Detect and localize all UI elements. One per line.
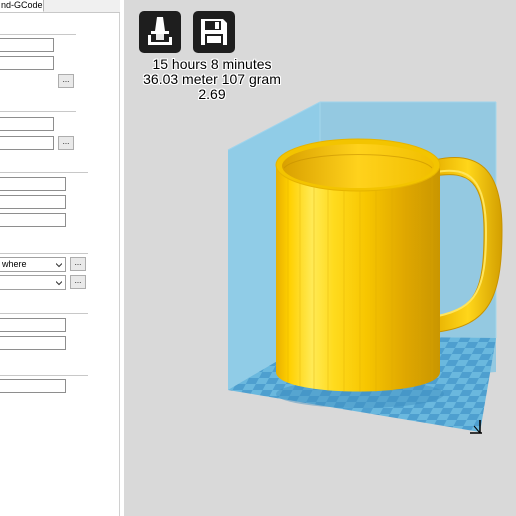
print-cost-label: 2.69	[198, 86, 226, 102]
save-gcode-button[interactable]	[193, 11, 235, 53]
floppy-disk-icon	[201, 19, 227, 45]
print-time-label: 15 hours 8 minutes	[152, 56, 272, 72]
printer-load-icon	[148, 17, 172, 45]
load-model-button[interactable]	[139, 11, 181, 53]
filament-usage-label: 36.03 meter 107 gram	[143, 71, 281, 87]
